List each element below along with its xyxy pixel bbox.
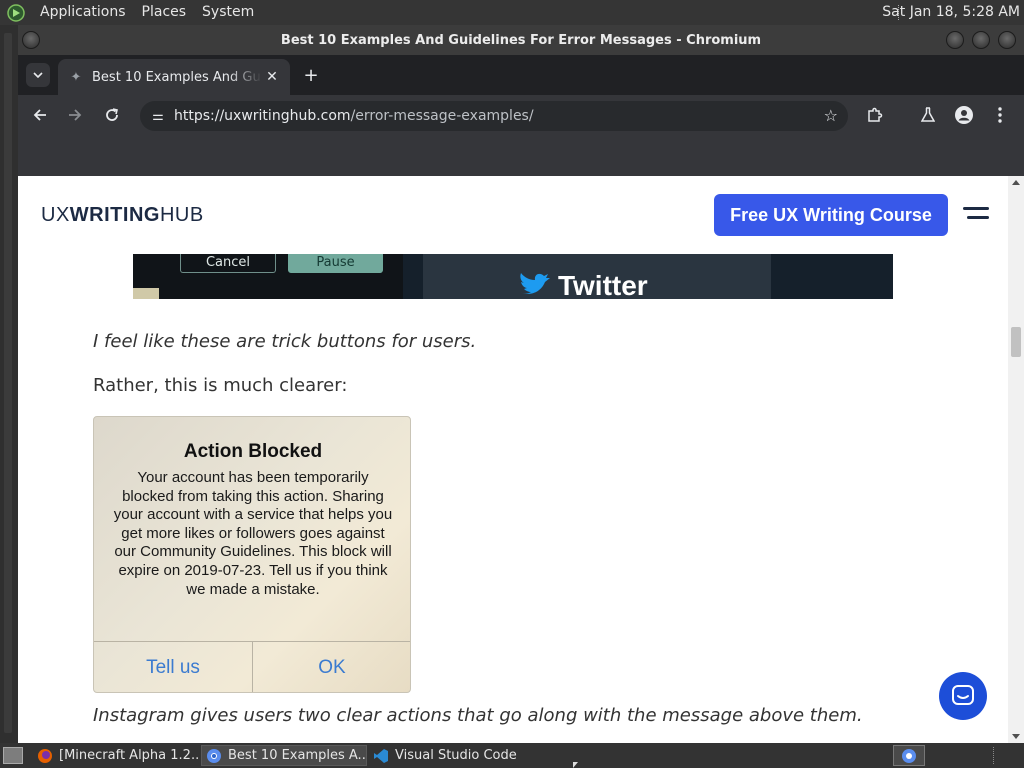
show-desktop-button[interactable] bbox=[3, 747, 23, 764]
distro-logo-icon[interactable] bbox=[6, 3, 26, 23]
minimize-button[interactable] bbox=[946, 31, 964, 49]
new-tab-button[interactable]: + bbox=[300, 65, 322, 86]
labs-button[interactable] bbox=[916, 103, 940, 127]
reload-icon bbox=[106, 108, 118, 121]
task-chromium[interactable]: Best 10 Examples A... bbox=[201, 745, 367, 766]
tab-active[interactable]: ✦ Best 10 Examples And Guidelines For Er… bbox=[58, 59, 290, 95]
bookmark-star-icon[interactable]: ☆ bbox=[824, 106, 838, 125]
back-button[interactable] bbox=[28, 103, 52, 127]
forward-arrow-icon bbox=[69, 109, 82, 121]
task-label: Best 10 Examples A... bbox=[228, 748, 367, 763]
hamburger-menu-icon[interactable] bbox=[963, 207, 989, 221]
browser-toolbar: ⚌ https://uxwritinghub.com /error-messag… bbox=[18, 95, 1024, 135]
chromium-tray-icon bbox=[902, 748, 916, 763]
taskbar-grip bbox=[993, 747, 995, 764]
page-scrollbar[interactable] bbox=[1008, 176, 1024, 743]
url-path: /error-message-examples/ bbox=[350, 108, 534, 124]
logo-part-ux: UX bbox=[41, 204, 70, 226]
profile-button[interactable] bbox=[952, 103, 976, 127]
chat-widget-button[interactable] bbox=[939, 672, 987, 720]
flask-icon bbox=[921, 107, 935, 122]
scroll-up-icon[interactable] bbox=[1012, 180, 1020, 185]
twitter-wordmark: Twitter bbox=[558, 270, 648, 299]
puzzle-icon bbox=[868, 107, 883, 122]
maximize-button[interactable] bbox=[972, 31, 990, 49]
menu-applications[interactable]: Applications bbox=[32, 0, 134, 25]
site-info-icon[interactable]: ⚌ bbox=[148, 109, 168, 124]
bottom-taskbar: [Minecraft Alpha 1.2... Best 10 Examples… bbox=[0, 743, 1024, 768]
firefox-icon bbox=[37, 748, 53, 764]
chevron-down-icon bbox=[33, 72, 43, 78]
window-menu-button[interactable] bbox=[22, 31, 40, 49]
site-logo[interactable]: UXWRITINGHUB bbox=[41, 204, 204, 227]
url-host: https://uxwritinghub.com bbox=[174, 108, 351, 124]
extensions-button[interactable] bbox=[863, 103, 887, 127]
twitter-bird-icon bbox=[520, 273, 550, 294]
image-cancel-label: Cancel bbox=[180, 254, 276, 273]
menu-places[interactable]: Places bbox=[134, 0, 195, 25]
image-pause-label: Pause bbox=[288, 254, 383, 273]
task-label: Visual Studio Code bbox=[395, 748, 517, 763]
scroll-down-icon[interactable] bbox=[1012, 734, 1020, 739]
task-label: [Minecraft Alpha 1.2... bbox=[59, 748, 199, 763]
vscode-icon bbox=[373, 748, 389, 764]
address-bar[interactable]: ⚌ https://uxwritinghub.com /error-messag… bbox=[140, 101, 848, 131]
paragraph-trick-buttons: I feel like these are trick buttons for … bbox=[93, 331, 477, 352]
window-titlebar[interactable]: Best 10 Examples And Guidelines For Erro… bbox=[18, 25, 1024, 55]
tab-close-icon[interactable]: ✕ bbox=[262, 69, 282, 85]
scrollbar-thumb[interactable] bbox=[1011, 327, 1021, 357]
top-panel: Applications Places System Sat Jan 18, 5… bbox=[0, 0, 1024, 25]
chromium-icon bbox=[206, 748, 222, 764]
dialog-ok-label: OK bbox=[318, 656, 346, 678]
browser-window: Best 10 Examples And Guidelines For Erro… bbox=[18, 25, 1024, 743]
paragraph-instagram: Instagram gives users two clear actions … bbox=[93, 705, 863, 726]
tab-search-button[interactable] bbox=[26, 63, 50, 87]
task-vscode[interactable]: Visual Studio Code bbox=[369, 745, 535, 766]
dialog-tell-us-label: Tell us bbox=[146, 656, 200, 678]
desktop: Applications Places System Sat Jan 18, 5… bbox=[0, 0, 1024, 768]
dialog-title: Action Blocked bbox=[183, 441, 323, 462]
forward-button[interactable] bbox=[63, 103, 87, 127]
reload-button[interactable] bbox=[100, 103, 124, 127]
clock[interactable]: Sat Jan 18, 5:28 AM bbox=[882, 0, 1020, 25]
bookmark-bar bbox=[18, 135, 1024, 176]
chat-icon bbox=[952, 685, 974, 705]
tab-title: Best 10 Examples And Guidelines For Erro… bbox=[92, 69, 262, 85]
logo-part-hub: HUB bbox=[159, 204, 204, 226]
desktop-left-strip bbox=[0, 25, 18, 743]
logo-part-writing: WRITING bbox=[69, 204, 160, 226]
page-viewport: UXWRITINGHUB Free UX Writing Course Canc… bbox=[18, 176, 1024, 743]
paragraph-clearer: Rather, this is much clearer: bbox=[93, 375, 348, 396]
sparkle-favicon-icon: ✦ bbox=[70, 69, 82, 85]
window-title: Best 10 Examples And Guidelines For Erro… bbox=[280, 32, 762, 48]
twitter-screenshot-image: Cancel Pause Twitter bbox=[133, 254, 893, 299]
close-window-button[interactable] bbox=[998, 31, 1016, 49]
menu-system[interactable]: System bbox=[194, 0, 262, 25]
free-course-button[interactable]: Free UX Writing Course bbox=[714, 194, 948, 236]
kebab-menu-icon bbox=[998, 107, 1002, 123]
mouse-pointer bbox=[573, 762, 578, 768]
task-minecraft[interactable]: [Minecraft Alpha 1.2... bbox=[33, 745, 199, 766]
workspace-switcher[interactable] bbox=[893, 745, 925, 766]
instagram-dialog-image: Action Blocked Your account has been tem… bbox=[93, 416, 411, 693]
site-header: UXWRITINGHUB Free UX Writing Course bbox=[18, 176, 1008, 254]
tab-strip: ✦ Best 10 Examples And Guidelines For Er… bbox=[18, 55, 1024, 95]
account-icon bbox=[955, 106, 973, 124]
browser-menu-button[interactable] bbox=[988, 103, 1012, 127]
dialog-body: Your account has been temporarily blocke… bbox=[113, 469, 393, 598]
back-arrow-icon bbox=[33, 109, 46, 121]
